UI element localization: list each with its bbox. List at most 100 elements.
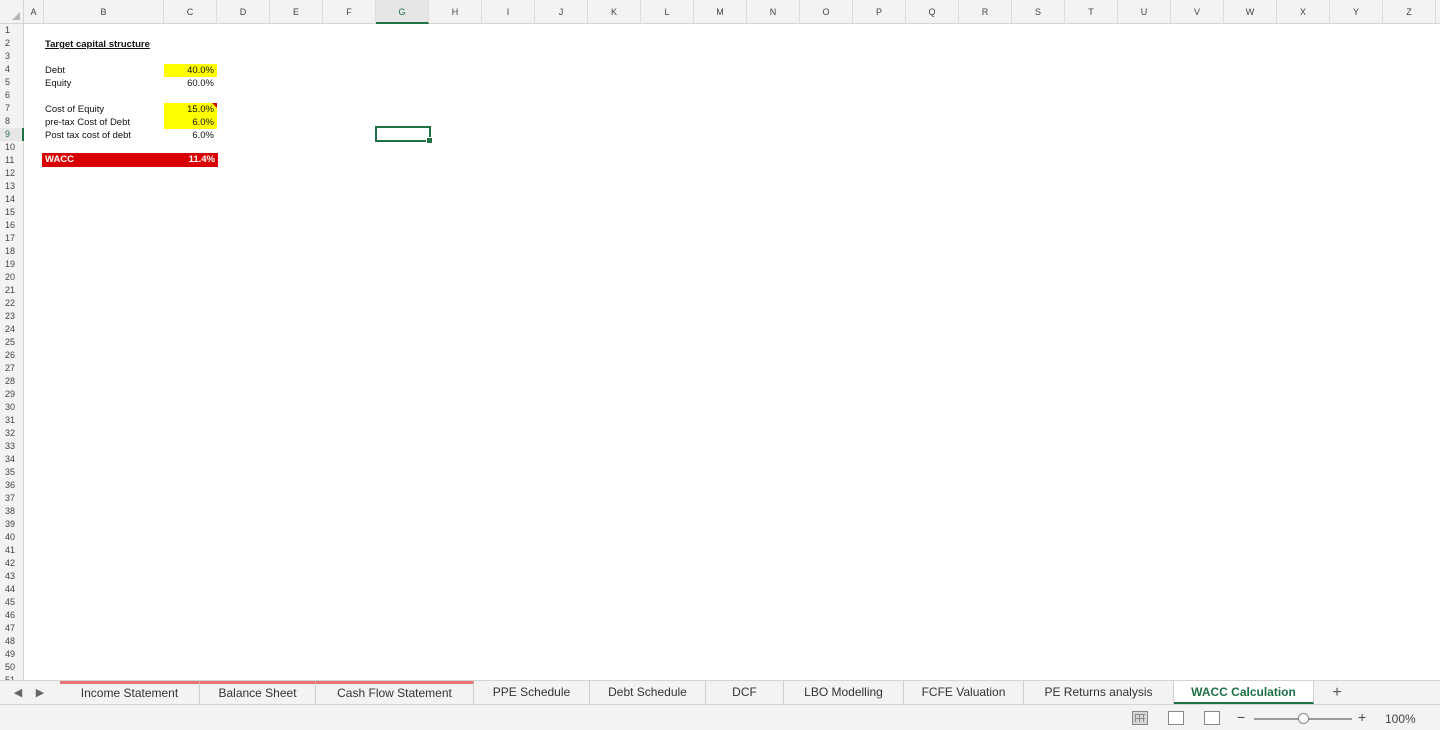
sheet-tab-debt-schedule[interactable]: Debt Schedule (590, 681, 706, 704)
page-break-view-icon[interactable] (1204, 711, 1220, 725)
column-header-h[interactable]: H (429, 0, 482, 24)
row-header-9[interactable]: 9 (0, 128, 24, 141)
row-header-6[interactable]: 6 (0, 89, 24, 102)
row-header-37[interactable]: 37 (0, 492, 24, 505)
row-header-24[interactable]: 24 (0, 323, 24, 336)
row-header-20[interactable]: 20 (0, 271, 24, 284)
add-sheet-icon[interactable]: + (1327, 684, 1347, 702)
row-header-17[interactable]: 17 (0, 232, 24, 245)
row-header-26[interactable]: 26 (0, 349, 24, 362)
wacc-row[interactable]: WACC 11.4% (42, 153, 218, 167)
column-header-y[interactable]: Y (1330, 0, 1383, 24)
column-header-r[interactable]: R (959, 0, 1012, 24)
row-header-32[interactable]: 32 (0, 427, 24, 440)
column-header-p[interactable]: P (853, 0, 906, 24)
row-header-1[interactable]: 1 (0, 24, 24, 37)
row-header-12[interactable]: 12 (0, 167, 24, 180)
row-header-38[interactable]: 38 (0, 505, 24, 518)
row-header-14[interactable]: 14 (0, 193, 24, 206)
sheet-tab-fcfe-valuation[interactable]: FCFE Valuation (904, 681, 1024, 704)
row-header-40[interactable]: 40 (0, 531, 24, 544)
row-header-18[interactable]: 18 (0, 245, 24, 258)
sheet-tab-dcf[interactable]: DCF (706, 681, 784, 704)
column-header-q[interactable]: Q (906, 0, 959, 24)
column-header-s[interactable]: S (1012, 0, 1065, 24)
row-header-21[interactable]: 21 (0, 284, 24, 297)
row-header-41[interactable]: 41 (0, 544, 24, 557)
row-header-23[interactable]: 23 (0, 310, 24, 323)
row-header-29[interactable]: 29 (0, 388, 24, 401)
column-header-u[interactable]: U (1118, 0, 1171, 24)
column-header-t[interactable]: T (1065, 0, 1118, 24)
cell-grid[interactable]: Target capital structure Debt 40.0% Equi… (24, 24, 1440, 680)
zoom-in-icon[interactable]: + (1358, 709, 1366, 725)
column-header-c[interactable]: C (164, 0, 217, 24)
row-header-28[interactable]: 28 (0, 375, 24, 388)
row-header-42[interactable]: 42 (0, 557, 24, 570)
row-header-27[interactable]: 27 (0, 362, 24, 375)
row-header-48[interactable]: 48 (0, 635, 24, 648)
column-header-o[interactable]: O (800, 0, 853, 24)
sheet-tab-balance-sheet[interactable]: Balance Sheet (200, 681, 316, 704)
column-header-l[interactable]: L (641, 0, 694, 24)
column-header-m[interactable]: M (694, 0, 747, 24)
debt-value-cell[interactable]: 40.0% (164, 64, 217, 77)
pretax-cost-of-debt-value-cell[interactable]: 6.0% (164, 116, 217, 129)
row-header-33[interactable]: 33 (0, 440, 24, 453)
row-header-47[interactable]: 47 (0, 622, 24, 635)
column-header-x[interactable]: X (1277, 0, 1330, 24)
row-header-5[interactable]: 5 (0, 76, 24, 89)
zoom-slider-thumb[interactable] (1298, 713, 1309, 724)
row-header-11[interactable]: 11 (0, 154, 24, 167)
column-header-i[interactable]: I (482, 0, 535, 24)
row-header-16[interactable]: 16 (0, 219, 24, 232)
row-header-36[interactable]: 36 (0, 479, 24, 492)
row-header-19[interactable]: 19 (0, 258, 24, 271)
sheet-tab-ppe-schedule[interactable]: PPE Schedule (474, 681, 590, 704)
row-header-25[interactable]: 25 (0, 336, 24, 349)
row-header-7[interactable]: 7 (0, 102, 24, 115)
row-header-15[interactable]: 15 (0, 206, 24, 219)
posttax-cost-of-debt-value-cell[interactable]: 6.0% (164, 129, 217, 142)
row-header-39[interactable]: 39 (0, 518, 24, 531)
prev-sheet-icon[interactable]: ◀ (12, 686, 24, 700)
next-sheet-icon[interactable]: ▶ (34, 686, 46, 700)
zoom-out-icon[interactable]: − (1237, 709, 1245, 725)
row-header-4[interactable]: 4 (0, 63, 24, 76)
active-cell-selection[interactable] (375, 126, 433, 144)
row-header-50[interactable]: 50 (0, 661, 24, 674)
cost-of-equity-value-cell[interactable]: 15.0% (164, 103, 217, 116)
sheet-tab-cash-flow-statement[interactable]: Cash Flow Statement (316, 681, 474, 704)
row-header-2[interactable]: 2 (0, 37, 24, 50)
comment-indicator-icon[interactable] (212, 103, 217, 108)
column-header-d[interactable]: D (217, 0, 270, 24)
row-header-35[interactable]: 35 (0, 466, 24, 479)
row-header-10[interactable]: 10 (0, 141, 24, 154)
row-header-46[interactable]: 46 (0, 609, 24, 622)
column-header-j[interactable]: J (535, 0, 588, 24)
normal-view-icon[interactable] (1132, 711, 1148, 725)
row-header-13[interactable]: 13 (0, 180, 24, 193)
sheet-tab-lbo-modelling[interactable]: LBO Modelling (784, 681, 904, 704)
column-header-k[interactable]: K (588, 0, 641, 24)
page-layout-view-icon[interactable] (1168, 711, 1184, 725)
row-header-43[interactable]: 43 (0, 570, 24, 583)
select-all-corner[interactable] (0, 0, 24, 24)
sheet-tab-wacc-calculation[interactable]: WACC Calculation (1174, 681, 1314, 704)
row-header-49[interactable]: 49 (0, 648, 24, 661)
row-header-30[interactable]: 30 (0, 401, 24, 414)
row-header-34[interactable]: 34 (0, 453, 24, 466)
sheet-tab-pe-returns-analysis[interactable]: PE Returns analysis (1024, 681, 1174, 704)
zoom-level[interactable]: 100% (1385, 712, 1416, 726)
row-header-44[interactable]: 44 (0, 583, 24, 596)
sheet-tab-income-statement[interactable]: Income Statement (60, 681, 200, 704)
column-header-v[interactable]: V (1171, 0, 1224, 24)
row-header-31[interactable]: 31 (0, 414, 24, 427)
column-header-a[interactable]: A (24, 0, 44, 24)
column-header-w[interactable]: W (1224, 0, 1277, 24)
row-header-3[interactable]: 3 (0, 50, 24, 63)
row-header-22[interactable]: 22 (0, 297, 24, 310)
column-header-g[interactable]: G (376, 0, 429, 24)
row-header-8[interactable]: 8 (0, 115, 24, 128)
column-header-n[interactable]: N (747, 0, 800, 24)
